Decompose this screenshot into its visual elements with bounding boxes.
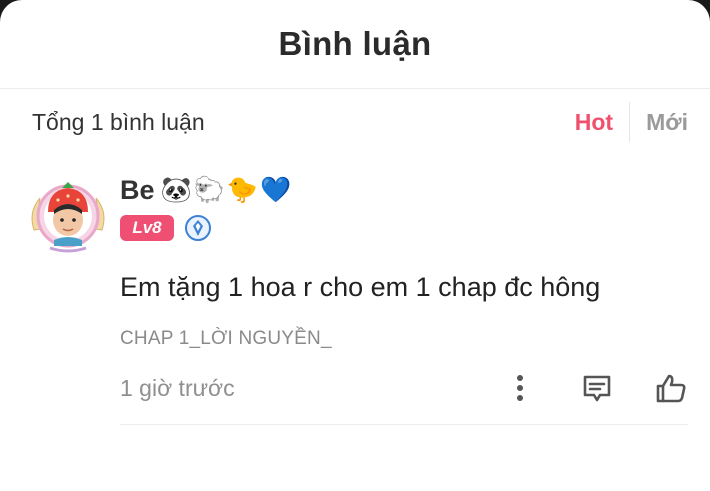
sort-tabs: Hot Mới — [559, 100, 688, 144]
comment-text: Em tặng 1 hoa r cho em 1 chap đc hông — [120, 272, 601, 302]
panda-emoji: 🐼 — [160, 175, 192, 204]
sheep-emoji: 🐑 — [193, 175, 225, 204]
comment-actions — [510, 368, 688, 408]
vip-badge-icon — [185, 215, 211, 241]
comment-count-label: Tổng 1 bình luận — [32, 108, 205, 135]
sort-hot-tab[interactable]: Hot — [559, 109, 629, 136]
sort-new-tab[interactable]: Mới — [630, 109, 688, 136]
username[interactable]: Be — [120, 175, 155, 206]
chapter-tag[interactable]: CHAP 1_LỜI NGUYỀN_ — [120, 328, 332, 350]
comments-sheet: Bình luận Tổng 1 bình luận Hot Mới Be 🐼 … — [0, 0, 710, 491]
avatar[interactable] — [26, 172, 110, 256]
reply-icon[interactable] — [580, 371, 614, 405]
sheet-title: Bình luận — [278, 25, 432, 62]
comment-divider — [120, 424, 688, 425]
user-badges: Lv8 — [120, 214, 212, 242]
sheet-header: Bình luận — [0, 0, 710, 89]
comment-meta-row: 1 giờ trước — [120, 368, 688, 408]
more-vertical-icon[interactable] — [510, 370, 530, 406]
comment-summary-row: Tổng 1 bình luận Hot Mới — [0, 100, 710, 144]
thumbs-up-icon[interactable] — [654, 371, 688, 405]
avatar-image — [31, 182, 105, 253]
chick-emoji: 🐤 — [226, 175, 258, 204]
username-row: Be 🐼 🐑 🐤 💙 — [120, 172, 293, 208]
blue-heart-emoji: 💙 — [259, 175, 292, 204]
level-badge: Lv8 — [120, 215, 174, 241]
comment-timestamp: 1 giờ trước — [120, 374, 235, 401]
